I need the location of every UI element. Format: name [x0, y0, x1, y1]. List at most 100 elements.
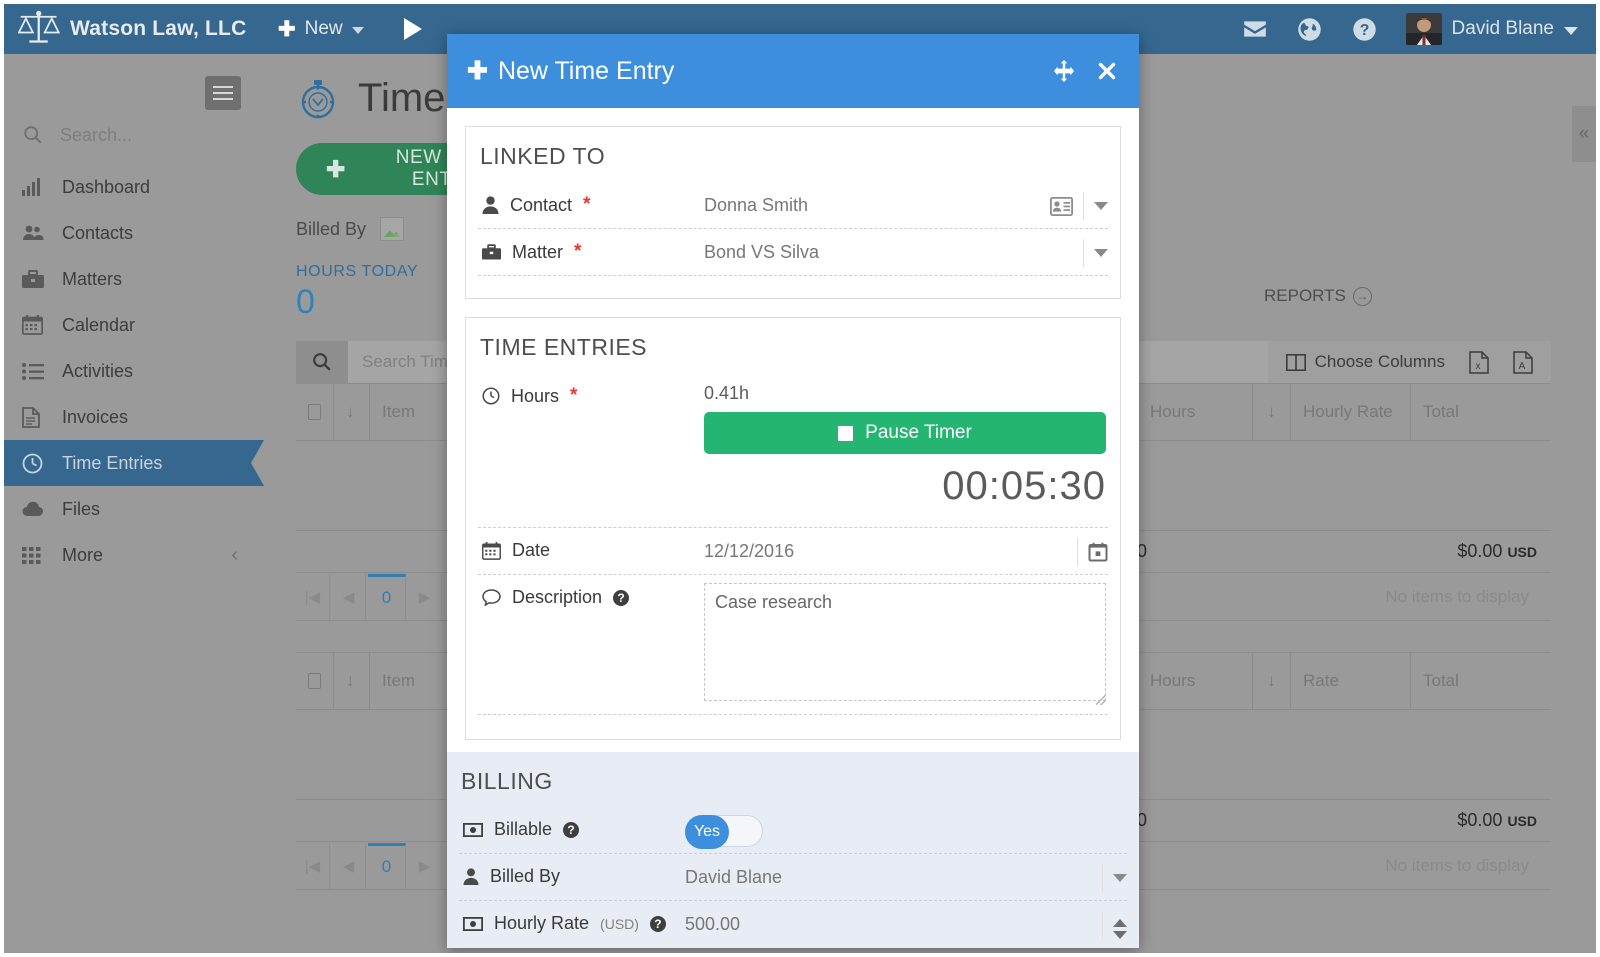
- envelope-icon[interactable]: [1242, 16, 1268, 42]
- sidebar-item-activities[interactable]: Activities: [4, 348, 264, 394]
- matter-label-text: Matter: [512, 241, 564, 262]
- sidebar-toggle-button[interactable]: [205, 76, 241, 110]
- stepper-up-button[interactable]: [1113, 919, 1127, 927]
- billed-by-value[interactable]: David Blane: [685, 854, 1057, 888]
- billable-toggle[interactable]: Yes: [685, 815, 763, 849]
- pager-next-button[interactable]: ▶: [408, 842, 442, 889]
- resize-grip[interactable]: [1096, 695, 1106, 705]
- sidebar-item-dashboard[interactable]: Dashboard: [4, 164, 264, 210]
- date-field-actions: [1038, 528, 1108, 566]
- grid-search-button[interactable]: [296, 341, 348, 383]
- chevron-down-icon: [1564, 26, 1578, 35]
- chevron-down-icon[interactable]: [1094, 249, 1108, 257]
- pause-timer-button[interactable]: Pause Timer: [704, 412, 1106, 454]
- sidebar-item-calendar[interactable]: Calendar: [4, 302, 264, 348]
- collapse-chevron-icon[interactable]: ‹: [231, 544, 238, 567]
- column-header-hourly-rate[interactable]: Hourly Rate: [1291, 384, 1411, 440]
- document-icon: [22, 406, 48, 428]
- sidebar-item-more[interactable]: More ‹: [4, 532, 264, 578]
- description-textarea[interactable]: Case research: [704, 583, 1106, 701]
- sidebar-item-label: More: [62, 544, 104, 565]
- help-icon[interactable]: ?: [649, 915, 666, 932]
- pager-next-button[interactable]: ▶: [408, 573, 442, 620]
- sort-indicator-cell[interactable]: ↓: [334, 384, 370, 440]
- field-row-billed-by: Billed By David Blane: [459, 854, 1127, 901]
- svg-text:?: ?: [1359, 22, 1369, 39]
- sidebar-item-invoices[interactable]: Invoices: [4, 394, 264, 440]
- grid-total-currency: USD: [1507, 544, 1537, 560]
- column-header-hours[interactable]: Hours: [1138, 384, 1253, 440]
- pager-prev-button[interactable]: ◀: [332, 573, 366, 620]
- choose-columns-button[interactable]: Choose Columns: [1285, 352, 1445, 372]
- sidebar-item-label: Files: [62, 498, 101, 519]
- column-header-total[interactable]: Total: [1411, 384, 1551, 440]
- field-row-matter: Matter * Bond VS Silva: [478, 229, 1108, 276]
- hourly-rate-value[interactable]: 500.00: [685, 901, 1057, 935]
- billed-by-field-label: Billed By: [459, 854, 685, 887]
- pager-first-button[interactable]: |◀: [296, 573, 330, 620]
- close-icon[interactable]: [1097, 61, 1117, 81]
- divider: [1083, 192, 1084, 220]
- pager-page-number[interactable]: 0: [368, 573, 406, 620]
- column-header-hours[interactable]: Hours: [1138, 653, 1253, 709]
- question-circle-icon[interactable]: ?: [1351, 16, 1378, 43]
- person-icon: [463, 868, 479, 885]
- sidebar-item-contacts[interactable]: Contacts: [4, 210, 264, 256]
- hourly-rate-field-label: Hourly Rate (USD) ?: [459, 901, 685, 934]
- move-icon[interactable]: [1053, 60, 1075, 82]
- grid-pager: |◀ ◀ 0 ▶: [296, 573, 442, 620]
- required-asterisk: *: [583, 194, 591, 215]
- sort-indicator-cell[interactable]: ↓: [334, 653, 370, 709]
- excel-export-icon[interactable]: x: [1469, 350, 1489, 374]
- pdf-export-icon[interactable]: A: [1513, 350, 1533, 374]
- hours-value[interactable]: 0.41h: [704, 383, 1108, 404]
- globe-icon[interactable]: [1296, 16, 1323, 43]
- brand[interactable]: Watson Law, LLC: [4, 9, 264, 49]
- sidebar-nav-list: Dashboard Contacts Matters Calendar Acti…: [4, 164, 264, 578]
- chevron-down-icon[interactable]: [1094, 202, 1108, 210]
- sort-indicator-cell[interactable]: ↓: [1253, 653, 1291, 709]
- stop-square-icon: [838, 425, 854, 441]
- section-time-entries: TIME ENTRIES Hours * 0.41h Pause Timer 0…: [465, 317, 1121, 740]
- date-label-text: Date: [512, 540, 551, 560]
- clock-icon: [482, 387, 500, 405]
- dialog-header-actions: [1053, 60, 1117, 82]
- start-timer-play-icon[interactable]: [403, 18, 422, 40]
- sidebar-item-matters[interactable]: Matters: [4, 256, 264, 302]
- select-all-checkbox-cell[interactable]: [296, 653, 334, 709]
- pager-prev-button[interactable]: ◀: [332, 842, 366, 889]
- date-value[interactable]: 12/12/2016: [704, 528, 1038, 562]
- sidebar: Search... Dashboard Contacts Matters Cal…: [4, 54, 264, 953]
- new-menu-button[interactable]: ✚ New: [278, 17, 364, 42]
- plus-icon: ✚: [278, 17, 296, 41]
- help-icon[interactable]: ?: [613, 589, 630, 606]
- sidebar-item-files[interactable]: Files: [4, 486, 264, 532]
- description-field-label: Description ?: [478, 575, 704, 608]
- matter-value[interactable]: Bond VS Silva: [704, 229, 1038, 263]
- sidebar-search[interactable]: Search...: [4, 110, 264, 160]
- sidebar-item-time-entries[interactable]: Time Entries: [4, 440, 264, 486]
- contact-card-icon[interactable]: [1050, 196, 1073, 216]
- help-icon[interactable]: ?: [563, 821, 580, 838]
- column-header-rate[interactable]: Rate: [1291, 653, 1411, 709]
- billable-label-text: Billable: [494, 819, 553, 839]
- matter-field-label: Matter *: [478, 229, 704, 263]
- select-all-checkbox[interactable]: [308, 673, 321, 689]
- select-all-checkbox[interactable]: [308, 404, 321, 420]
- reports-link[interactable]: REPORTS →: [1264, 286, 1372, 306]
- pager-first-button[interactable]: |◀: [296, 842, 330, 889]
- user-menu[interactable]: David Blane: [1405, 13, 1578, 45]
- calendar-picker-icon[interactable]: [1088, 542, 1108, 562]
- stepper-down-button[interactable]: [1113, 931, 1127, 939]
- right-panel-collapse-button[interactable]: «: [1572, 106, 1596, 162]
- plus-icon: ✚: [467, 57, 488, 85]
- divider: [1102, 864, 1103, 892]
- contact-value[interactable]: Donna Smith: [704, 182, 1038, 216]
- column-header-total[interactable]: Total: [1411, 653, 1551, 709]
- select-all-checkbox-cell[interactable]: [296, 384, 334, 440]
- hourly-rate-unit: (USD): [600, 915, 639, 932]
- chevron-down-icon[interactable]: [1113, 874, 1127, 882]
- pager-page-number[interactable]: 0: [368, 842, 406, 889]
- sort-indicator-cell[interactable]: ↓: [1253, 384, 1291, 440]
